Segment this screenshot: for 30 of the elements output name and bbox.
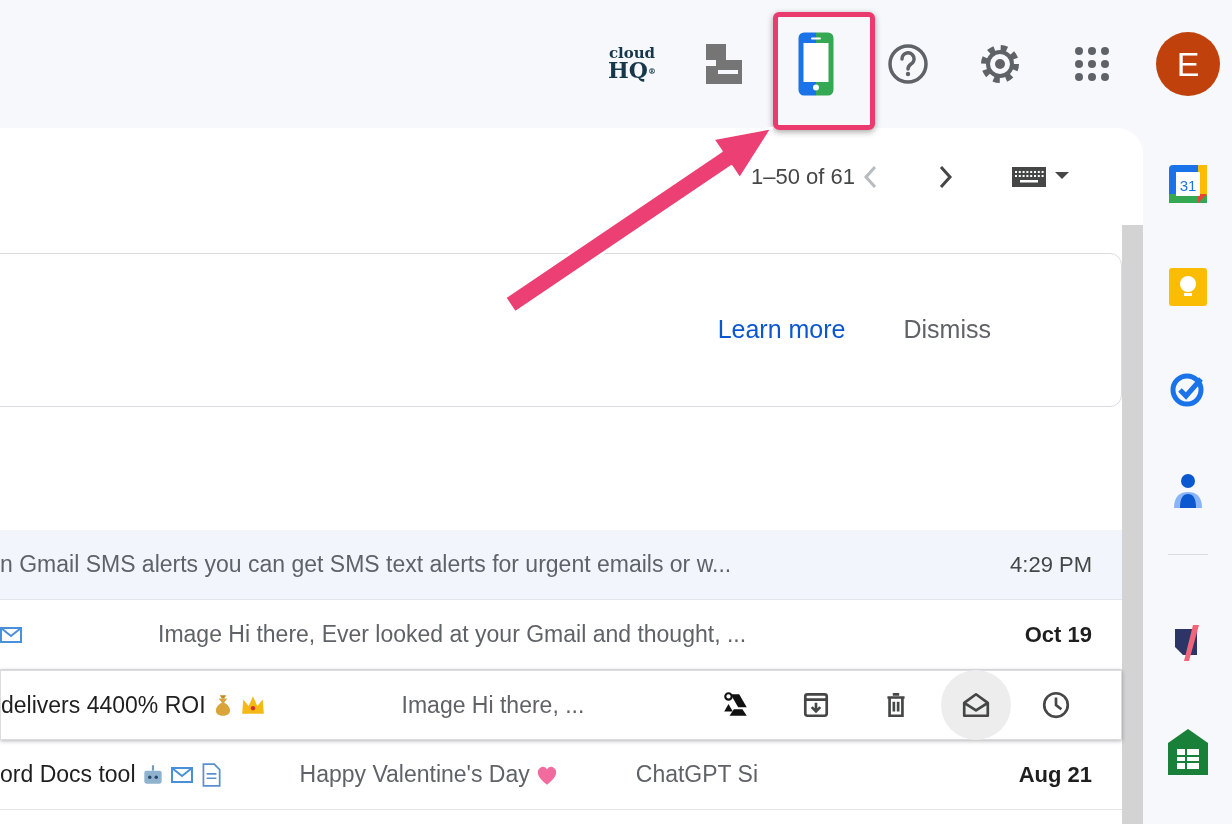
email-snippet: ChatGPT Si: [635, 760, 759, 790]
settings-icon[interactable]: [979, 43, 1021, 85]
next-page-icon[interactable]: [939, 164, 953, 189]
help-icon[interactable]: [887, 43, 929, 85]
phone-icon[interactable]: [798, 32, 834, 96]
email-row[interactable]: delivers 4400% ROI Image Hi there, ...: [0, 670, 1122, 740]
email-snippet: n Gmail SMS alerts you can get SMS text alerts for urgent emails or w...: [0, 550, 732, 580]
archive-icon[interactable]: [801, 690, 831, 720]
email-date: 4:29 PM: [1010, 551, 1092, 579]
email-snippet: Image Hi there, ...: [401, 690, 585, 720]
email-subject: delivers 4400% ROI: [1, 690, 206, 720]
email-subject: ord Docs tool: [0, 760, 136, 790]
calendar-icon[interactable]: 31: [1167, 164, 1208, 204]
spreadsheet-icon[interactable]: [1165, 727, 1210, 775]
avatar[interactable]: E: [1156, 32, 1220, 96]
logo[interactable]: cloud HQ$^{®}$: [608, 47, 656, 81]
email-row[interactable]: ord Docs tool Happy Valentine's Day ChatGPT Si Aug 21: [0, 740, 1122, 810]
apps-grid-icon[interactable]: [1074, 46, 1110, 82]
email-snippet: Happy Valentine's Day: [299, 760, 530, 790]
document-icon[interactable]: [704, 42, 744, 86]
pagination-text: 1–50 of 61: [751, 163, 855, 191]
clock-icon[interactable]: [1041, 690, 1071, 720]
email-snippet: Image Hi there, Ever looked at your Gmail and thought, ...: [158, 620, 747, 650]
email-date: Aug 21: [1018, 761, 1092, 789]
scrollbar[interactable]: [1122, 225, 1143, 824]
learn-more-link[interactable]: Learn more: [717, 311, 846, 349]
email-row[interactable]: n Gmail SMS alerts you can get SMS text alerts for urgent emails or w... 4:29 PM: [0, 530, 1122, 600]
dismiss-button[interactable]: Dismiss: [903, 311, 991, 349]
email-date: Oct 19: [1024, 621, 1092, 649]
envelope-open-icon[interactable]: [961, 690, 991, 720]
